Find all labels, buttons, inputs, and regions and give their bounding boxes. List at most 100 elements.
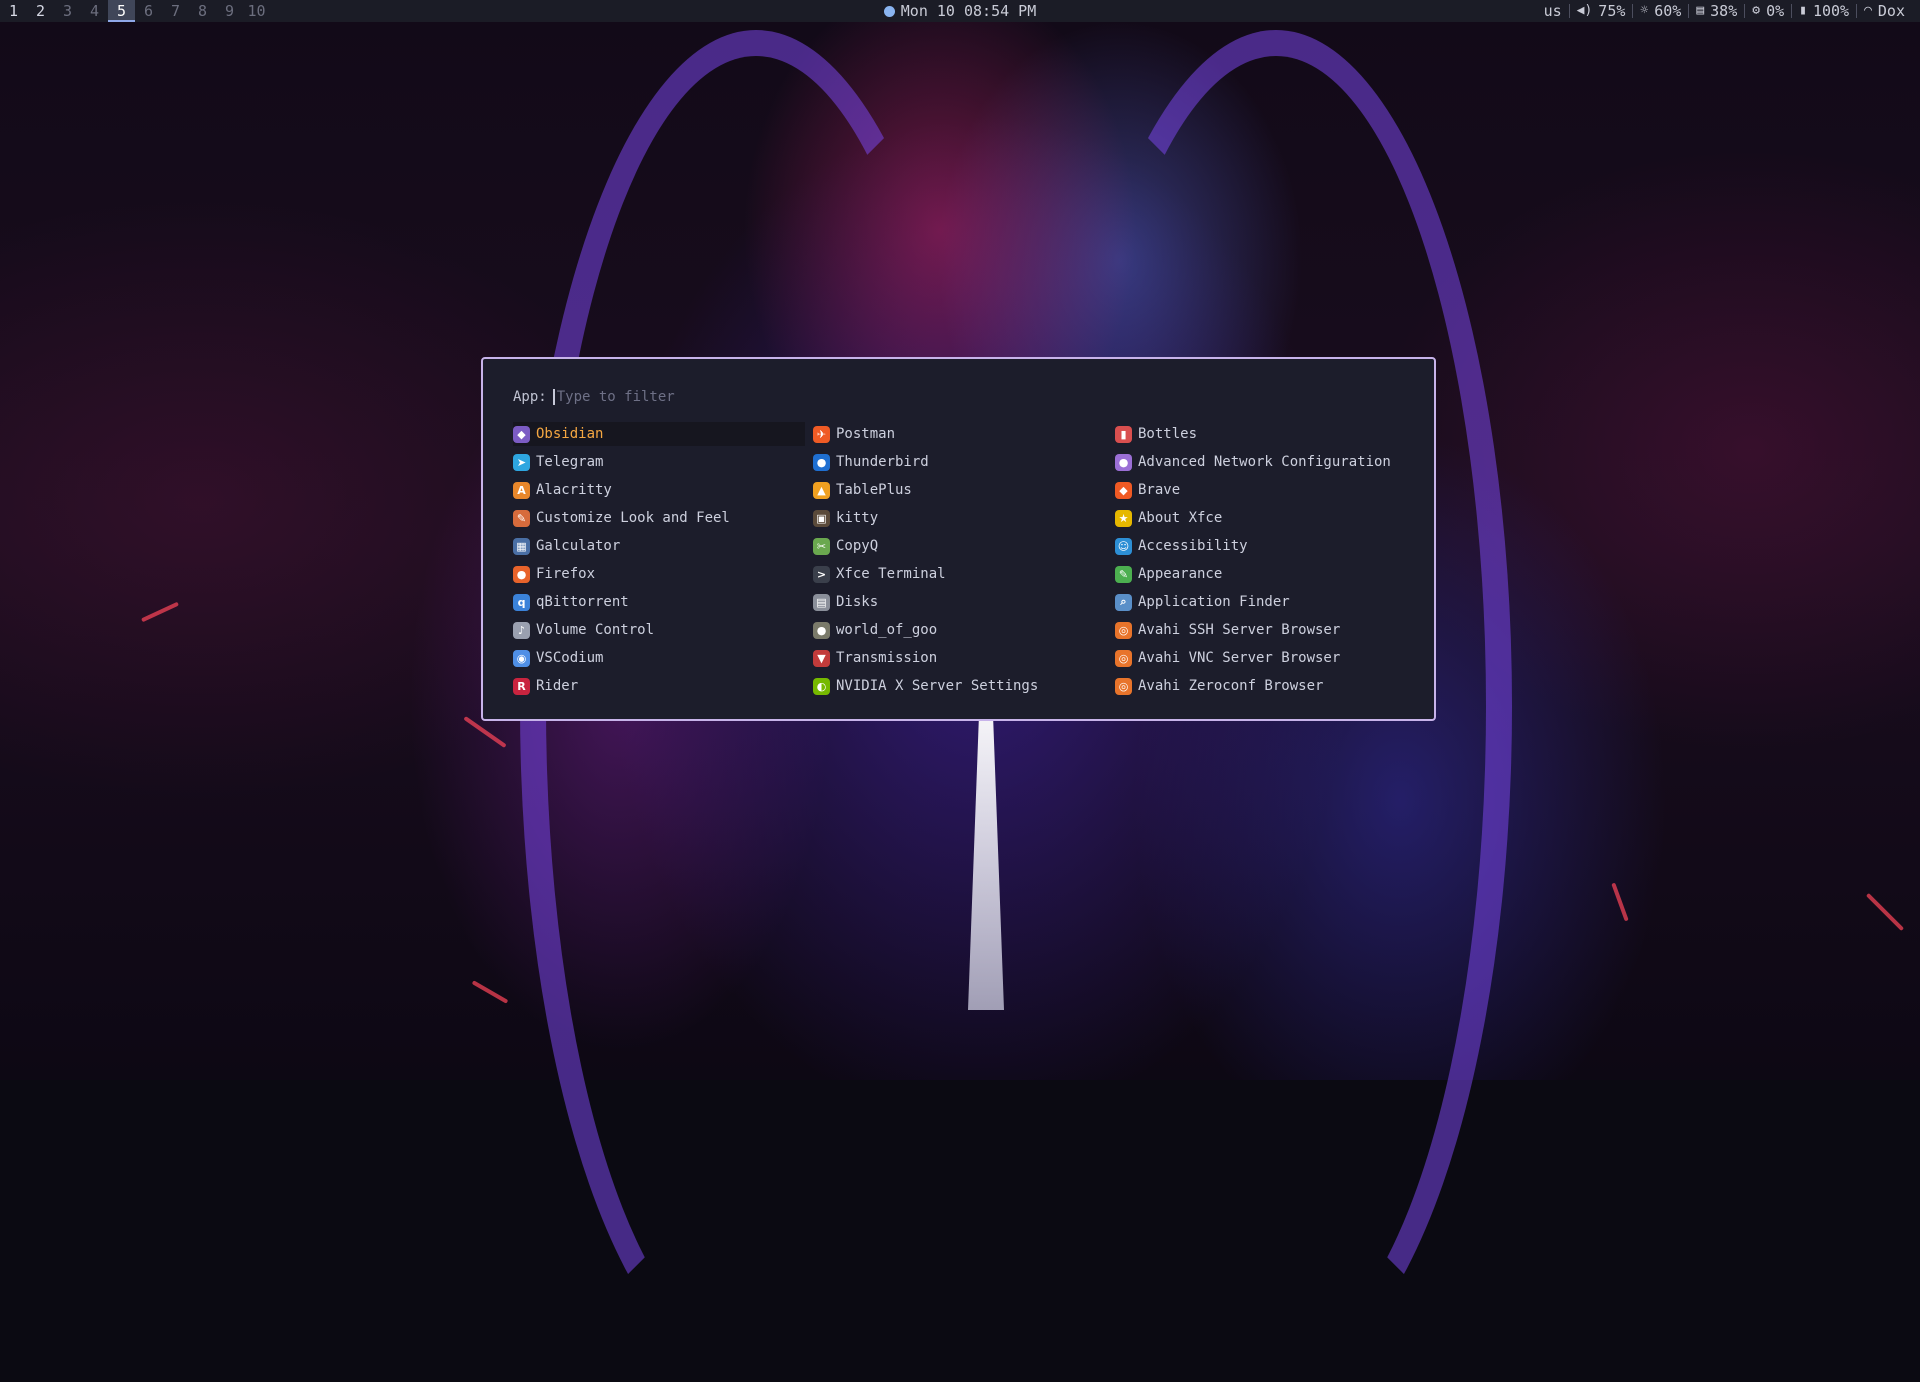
terminal-icon: > — [813, 565, 830, 583]
app-item[interactable]: ▲ TablePlus — [813, 478, 1105, 502]
brightness-module[interactable]: ☼ 60% — [1633, 0, 1688, 22]
app-item[interactable]: ◎ Avahi Zeroconf Browser — [1115, 674, 1407, 698]
app-item-label: TablePlus — [836, 482, 912, 498]
app-item-label: Volume Control — [536, 622, 655, 638]
app-item-label: Galculator — [536, 538, 621, 554]
app-item-label: Advanced Network Configuration — [1138, 454, 1391, 470]
app-item[interactable]: ★ About Xfce — [1115, 506, 1407, 530]
avahi-vnc-icon: ◎ — [1115, 649, 1132, 667]
app-item[interactable]: ▤ Disks — [813, 590, 1105, 614]
speaker-icon: ◀) — [1576, 3, 1593, 18]
cpu-module[interactable]: ⚙ 0% — [1745, 0, 1791, 22]
app-item[interactable]: ☺ Accessibility — [1115, 534, 1407, 558]
app-item[interactable]: ▦ Galculator — [513, 534, 805, 558]
app-item[interactable]: ◎ Avahi VNC Server Browser — [1115, 646, 1407, 670]
app-item[interactable]: ✂ CopyQ — [813, 534, 1105, 558]
app-item[interactable]: ● world_of_goo — [813, 618, 1105, 642]
app-item-label: world_of_goo — [836, 622, 938, 638]
workspace-7[interactable]: 7 — [162, 0, 189, 22]
network-name: Dox — [1877, 2, 1905, 20]
network-module[interactable]: ◠ Dox — [1857, 0, 1912, 22]
workspace-5[interactable]: 5 — [108, 0, 135, 22]
clock-widget[interactable]: Mon 10 08:54 PM — [883, 2, 1037, 20]
appearance-icon: ✎ — [1115, 565, 1132, 583]
workspace-6[interactable]: 6 — [135, 0, 162, 22]
app-item-label: Xfce Terminal — [836, 566, 946, 582]
app-item-label: Transmission — [836, 650, 938, 666]
app-item-label: Customize Look and Feel — [536, 510, 730, 526]
world-of-goo-icon: ● — [813, 621, 830, 639]
prompt-label: App: — [513, 389, 547, 405]
disks-icon: ▤ — [813, 593, 830, 611]
calculator-icon: ▦ — [513, 537, 530, 555]
app-item[interactable]: ▼ Transmission — [813, 646, 1105, 670]
app-item[interactable]: ◐ NVIDIA X Server Settings — [813, 674, 1105, 698]
app-item[interactable]: ◎ Avahi SSH Server Browser — [1115, 618, 1407, 642]
app-item[interactable]: ● Firefox — [513, 562, 805, 586]
wallpaper-spark — [471, 980, 509, 1004]
app-item[interactable]: ◆ Brave — [1115, 478, 1407, 502]
battery-module[interactable]: ▮ 100% — [1792, 0, 1856, 22]
customize-icon: ✎ — [513, 509, 530, 527]
cpu-icon: ⚙ — [1752, 3, 1761, 18]
kitty-icon: ▣ — [813, 509, 830, 527]
app-item[interactable]: ◆ Obsidian — [513, 422, 805, 446]
app-item[interactable]: ● Thunderbird — [813, 450, 1105, 474]
memory-module[interactable]: ▤ 38% — [1689, 0, 1744, 22]
app-item[interactable]: ✎ Appearance — [1115, 562, 1407, 586]
rider-icon: R — [513, 677, 530, 695]
app-item-label: Avahi SSH Server Browser — [1138, 622, 1341, 638]
accessibility-icon: ☺ — [1115, 537, 1132, 555]
workspace-4[interactable]: 4 — [81, 0, 108, 22]
copyq-icon: ✂ — [813, 537, 830, 555]
volume-module[interactable]: ◀) 75% — [1570, 0, 1633, 22]
workspace-9[interactable]: 9 — [216, 0, 243, 22]
app-item[interactable]: ⌕ Application Finder — [1115, 590, 1407, 614]
clock-text: Mon 10 08:54 PM — [900, 2, 1037, 20]
keyboard-layout[interactable]: us — [1537, 0, 1569, 22]
obsidian-icon: ◆ — [513, 425, 530, 443]
tableplus-icon: ▲ — [813, 481, 830, 499]
alacritty-icon: A — [513, 481, 530, 499]
volume-icon: ♪ — [513, 621, 530, 639]
app-finder-icon: ⌕ — [1115, 593, 1132, 611]
about-xfce-icon: ★ — [1115, 509, 1132, 527]
firefox-icon: ● — [513, 565, 530, 583]
app-item-label: Brave — [1138, 482, 1181, 498]
filter-input[interactable]: Type to filter — [552, 389, 675, 405]
nvidia-icon: ◐ — [813, 677, 830, 695]
app-item[interactable]: ➤ Telegram — [513, 450, 805, 474]
workspace-2[interactable]: 2 — [27, 0, 54, 22]
workspace-10[interactable]: 10 — [243, 0, 270, 22]
app-item[interactable]: R Rider — [513, 674, 805, 698]
avahi-ssh-icon: ◎ — [1115, 621, 1132, 639]
top-bar: 1 2 3 4 5 6 7 8 9 10 Mon 10 08:54 PM us ◀) 75% ☼ 60… — [0, 0, 1920, 22]
app-item[interactable]: ▮ Bottles — [1115, 422, 1407, 446]
workspace-1[interactable]: 1 — [0, 0, 27, 22]
app-item[interactable]: ✎ Customize Look and Feel — [513, 506, 805, 530]
app-launcher: App: Type to filter ◆ Obsidian ➤ Telegram A Al… — [481, 357, 1436, 721]
thunderbird-icon: ● — [813, 453, 830, 471]
app-item[interactable]: A Alacritty — [513, 478, 805, 502]
app-item[interactable]: ▣ kitty — [813, 506, 1105, 530]
app-list: ◆ Obsidian ➤ Telegram A Alacritty ✎ Customize L… — [513, 420, 1415, 700]
app-item[interactable]: ♪ Volume Control — [513, 618, 805, 642]
app-item-label: Accessibility — [1138, 538, 1248, 554]
app-item[interactable]: ● Advanced Network Configuration — [1115, 450, 1407, 474]
app-item[interactable]: q qBittorrent — [513, 590, 805, 614]
app-item-label: About Xfce — [1138, 510, 1223, 526]
clock-icon — [883, 6, 895, 17]
workspace-8[interactable]: 8 — [189, 0, 216, 22]
workspace-3[interactable]: 3 — [54, 0, 81, 22]
postman-icon: ✈ — [813, 425, 830, 443]
memory-value: 38% — [1710, 2, 1738, 20]
app-item[interactable]: ✈ Postman — [813, 422, 1105, 446]
app-item[interactable]: > Xfce Terminal — [813, 562, 1105, 586]
telegram-icon: ➤ — [513, 453, 530, 471]
vscodium-icon: ◉ — [513, 649, 530, 667]
cpu-value: 0% — [1766, 2, 1785, 20]
wallpaper-spark — [141, 601, 179, 623]
app-item-label: Appearance — [1138, 566, 1223, 582]
battery-value: 100% — [1812, 2, 1850, 20]
app-item[interactable]: ◉ VSCodium — [513, 646, 805, 670]
